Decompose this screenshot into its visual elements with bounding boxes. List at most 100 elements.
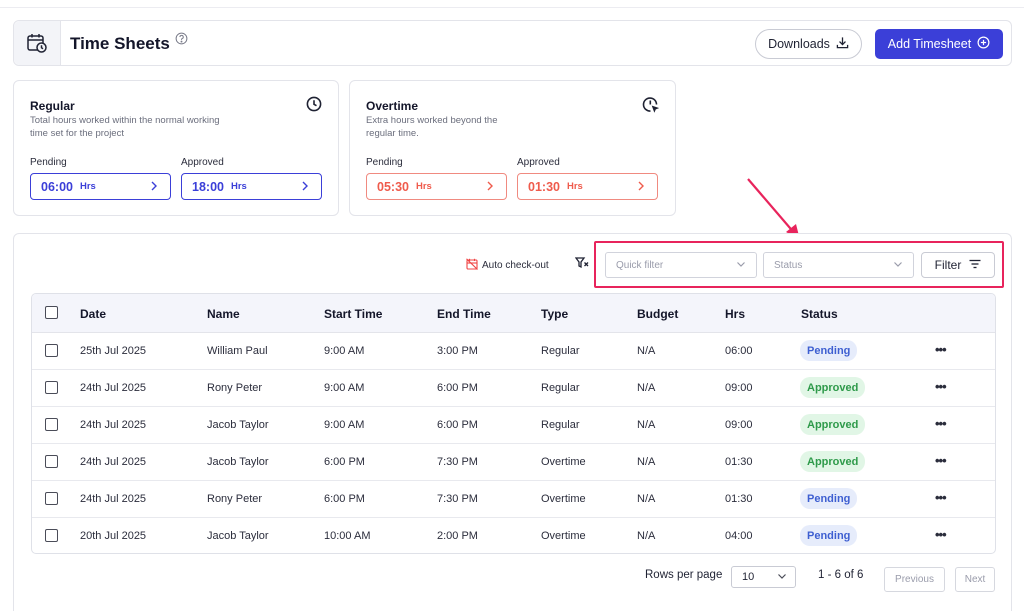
chevron-right-icon: [486, 181, 494, 194]
downloads-button[interactable]: Downloads: [755, 29, 862, 59]
row-checkbox[interactable]: [45, 344, 58, 357]
regular-pending-value: 06:00: [41, 179, 73, 194]
row-actions-more-icon[interactable]: •••: [935, 416, 947, 431]
chevron-down-icon: [736, 259, 746, 272]
cell-hrs: 04:00: [725, 530, 753, 542]
quick-filter-placeholder: Quick filter: [616, 259, 664, 271]
cell-name: Jacob Taylor: [207, 419, 269, 431]
table-row[interactable]: 20th Jul 2025 Jacob Taylor 10:00 AM 2:00…: [32, 518, 995, 553]
row-checkbox[interactable]: [45, 455, 58, 468]
add-timesheet-button[interactable]: Add Timesheet: [875, 29, 1003, 59]
status-badge: Approved: [800, 414, 866, 435]
column-header-name[interactable]: Name: [207, 307, 240, 321]
cell-date: 20th Jul 2025: [80, 530, 147, 542]
clock-cursor-icon: [642, 96, 660, 118]
chevron-down-icon: [893, 259, 903, 272]
regular-approved-box[interactable]: 18:00 Hrs: [181, 173, 322, 200]
table-row[interactable]: 24th Jul 2025 Rony Peter 9:00 AM 6:00 PM…: [32, 370, 995, 407]
cell-name: Jacob Taylor: [207, 530, 269, 542]
cell-date: 24th Jul 2025: [80, 493, 147, 505]
status-badge: Approved: [800, 377, 866, 398]
column-header-status[interactable]: Status: [801, 307, 838, 321]
overtime-pending-label: Pending: [366, 157, 403, 168]
select-all-checkbox[interactable]: [45, 306, 58, 319]
column-header-hrs[interactable]: Hrs: [725, 307, 745, 321]
overtime-approved-unit: Hrs: [566, 181, 583, 192]
row-actions-more-icon[interactable]: •••: [935, 527, 947, 542]
rows-per-page-label: Rows per page: [645, 569, 723, 581]
cell-start-time: 9:00 AM: [324, 419, 365, 431]
row-actions-more-icon[interactable]: •••: [935, 342, 947, 357]
filter-lines-icon: [969, 258, 981, 272]
table-row[interactable]: 25th Jul 2025 William Paul 9:00 AM 3:00 …: [32, 333, 995, 370]
rows-per-page-select[interactable]: 10: [731, 566, 796, 588]
next-page-button[interactable]: Next: [955, 567, 995, 592]
table-row[interactable]: 24th Jul 2025 Jacob Taylor 6:00 PM 7:30 …: [32, 444, 995, 481]
column-header-start-time[interactable]: Start Time: [324, 307, 382, 321]
row-checkbox[interactable]: [45, 529, 58, 542]
status-badge: Pending: [800, 488, 858, 509]
row-checkbox[interactable]: [45, 492, 58, 505]
filter-button[interactable]: Filter: [921, 252, 995, 278]
cell-type: Regular: [541, 382, 580, 394]
cell-start-time: 9:00 AM: [324, 382, 365, 394]
auto-checkout-toggle[interactable]: Auto check-out: [466, 258, 549, 273]
status-select[interactable]: Status: [763, 252, 914, 278]
row-checkbox[interactable]: [45, 381, 58, 394]
regular-title: Regular: [30, 99, 75, 113]
cell-end-time: 2:00 PM: [437, 530, 478, 542]
quick-filter-select[interactable]: Quick filter: [605, 252, 757, 278]
row-actions-more-icon[interactable]: •••: [935, 379, 947, 394]
regular-approved-label: Approved: [181, 157, 224, 168]
cell-end-time: 6:00 PM: [437, 382, 478, 394]
filter-x-icon[interactable]: [574, 256, 589, 275]
timesheet-table: Date Name Start Time End Time Type Budge…: [31, 293, 996, 554]
cell-date: 24th Jul 2025: [80, 456, 147, 468]
auto-checkout-label: Auto check-out: [482, 260, 549, 271]
cell-start-time: 6:00 PM: [324, 456, 365, 468]
cell-type: Overtime: [541, 493, 586, 505]
row-actions-more-icon[interactable]: •••: [935, 490, 947, 505]
overtime-pending-box[interactable]: 05:30 Hrs: [366, 173, 507, 200]
chevron-right-icon: [301, 181, 309, 194]
cell-start-time: 10:00 AM: [324, 530, 371, 542]
column-header-type[interactable]: Type: [541, 307, 568, 321]
timesheet-table-card: Auto check-out Quick filter Status Filte…: [13, 233, 1012, 611]
help-circle-icon[interactable]: [175, 32, 188, 50]
cell-start-time: 9:00 AM: [324, 345, 365, 357]
table-row[interactable]: 24th Jul 2025 Jacob Taylor 9:00 AM 6:00 …: [32, 407, 995, 444]
cell-date: 24th Jul 2025: [80, 419, 147, 431]
pagination-range: 1 - 6 of 6: [818, 569, 864, 581]
cell-name: William Paul: [207, 345, 268, 357]
row-actions-more-icon[interactable]: •••: [935, 453, 947, 468]
overtime-description: Extra hours worked beyond the regular ti…: [366, 115, 498, 139]
regular-pending-box[interactable]: 06:00 Hrs: [30, 173, 171, 200]
filter-label: Filter: [934, 258, 962, 272]
column-header-budget[interactable]: Budget: [637, 307, 678, 321]
page-header: Time Sheets Downloads Add Timesheet: [13, 20, 1012, 66]
cell-name: Jacob Taylor: [207, 456, 269, 468]
cell-hrs: 01:30: [725, 493, 753, 505]
top-divider: [0, 7, 1024, 8]
overtime-approved-label: Approved: [517, 157, 560, 168]
row-checkbox[interactable]: [45, 418, 58, 431]
overtime-approved-box[interactable]: 01:30 Hrs: [517, 173, 658, 200]
regular-pending-unit: Hrs: [79, 181, 96, 192]
cell-start-time: 6:00 PM: [324, 493, 365, 505]
cell-hrs: 09:00: [725, 382, 753, 394]
overtime-summary-card: Overtime Extra hours worked beyond the r…: [349, 80, 676, 216]
overtime-title: Overtime: [366, 99, 419, 113]
overtime-approved-value: 01:30: [528, 179, 560, 194]
status-placeholder: Status: [774, 259, 803, 271]
cell-type: Overtime: [541, 530, 586, 542]
table-row[interactable]: 24th Jul 2025 Rony Peter 6:00 PM 7:30 PM…: [32, 481, 995, 518]
chevron-down-icon: [777, 571, 787, 584]
previous-page-button[interactable]: Previous: [884, 567, 945, 592]
regular-approved-value: 18:00: [192, 179, 224, 194]
column-header-date[interactable]: Date: [80, 307, 106, 321]
cell-hrs: 06:00: [725, 345, 753, 357]
status-badge: Pending: [800, 340, 858, 361]
cell-budget: N/A: [637, 456, 656, 468]
column-header-end-time[interactable]: End Time: [437, 307, 491, 321]
cell-budget: N/A: [637, 419, 656, 431]
